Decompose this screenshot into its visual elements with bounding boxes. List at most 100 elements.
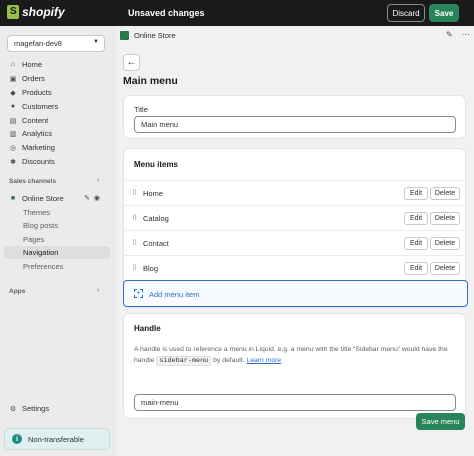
delete-button[interactable]: Delete (430, 237, 460, 250)
chevron-right-icon[interactable]: › (97, 177, 99, 184)
edit-button[interactable]: Edit (404, 237, 428, 250)
unsaved-changes-label: Unsaved changes (128, 8, 205, 18)
chevron-right-icon[interactable]: › (97, 287, 99, 294)
apps-heading: Apps (9, 288, 26, 295)
person-icon: ● (10, 103, 16, 110)
pin-icon[interactable]: ✎ (446, 30, 453, 39)
edit-button[interactable]: Edit (404, 187, 428, 200)
sidebar-subitem-themes[interactable]: Themes (4, 206, 110, 219)
handle-desc-text-end: by default. (213, 357, 245, 364)
menu-item-row-blog[interactable]: ⠿ Blog Edit Delete (124, 255, 467, 280)
breadcrumb: Online Store (120, 31, 176, 40)
sidebar-item-products[interactable]: ◆ Products (4, 86, 110, 99)
orders-icon: ▣ (9, 75, 17, 83)
page-title: Main menu (123, 75, 178, 87)
learn-more-link[interactable]: Learn more (246, 357, 281, 364)
menu-item-row-catalog[interactable]: ⠿ Catalog Edit Delete (124, 205, 467, 230)
sidebar-subitem-navigation[interactable]: Navigation (4, 246, 110, 259)
gear-icon: ⚙ (9, 405, 17, 413)
menu-item-label: Catalog (143, 214, 169, 223)
handle-title: Handle (134, 324, 161, 333)
sidebar-item-content[interactable]: ▤ Content (4, 114, 110, 127)
chevron-down-icon: ▼ (93, 39, 99, 45)
handle-input[interactable] (134, 394, 456, 411)
pin-icon[interactable]: ✎ (84, 194, 90, 202)
add-menu-item-button[interactable]: + Add menu item (123, 280, 468, 307)
menu-items-card: Menu items ⠿ Home Edit Delete ⠿ Catalog … (123, 148, 468, 308)
sidebar-item-label: Home (22, 60, 43, 69)
target-icon: ◎ (9, 144, 17, 152)
sidebar-subitem-pages[interactable]: Pages (4, 233, 110, 246)
delete-button[interactable]: Delete (430, 187, 460, 200)
sidebar-item-label: Content (22, 116, 49, 125)
edit-button[interactable]: Edit (404, 262, 428, 275)
non-transferable-badge[interactable]: i Non-transferable (4, 428, 110, 450)
delete-button[interactable]: Delete (430, 212, 460, 225)
save-button[interactable]: Save (429, 4, 459, 22)
sidebar-item-marketing[interactable]: ◎ Marketing (4, 141, 110, 154)
breadcrumb-label: Online Store (134, 31, 176, 40)
sidebar-item-customers[interactable]: ● Customers (4, 100, 110, 113)
handle-code-sample: sidebar-menu (156, 356, 212, 366)
sidebar-item-label: Customers (22, 102, 59, 111)
sidebar-item-home[interactable]: ⌂ Home (4, 58, 110, 71)
sidebar-subitem-preferences[interactable]: Preferences (4, 260, 110, 273)
sidebar-item-label: Discounts (22, 157, 55, 166)
menu-item-row-home[interactable]: ⠿ Home Edit Delete (124, 180, 467, 205)
header-tools: ✎ ⋯ (446, 30, 470, 39)
more-icon[interactable]: ⋯ (462, 30, 470, 39)
plus-icon: + (134, 289, 143, 298)
discount-icon: ✱ (10, 158, 16, 166)
delete-button[interactable]: Delete (430, 262, 460, 275)
menu-item-row-contact[interactable]: ⠿ Contact Edit Delete (124, 230, 467, 255)
store-icon: ■ (10, 195, 16, 202)
sidebar-item-label: Orders (22, 74, 45, 83)
online-store-actions: ✎ ◉ (84, 194, 100, 202)
top-bar: shopify Unsaved changes Discard Save (0, 0, 474, 26)
chart-icon: ▥ (9, 130, 17, 138)
sidebar-item-label: Online Store (22, 194, 64, 203)
sidebar-item-label: Marketing (22, 143, 55, 152)
store-icon (120, 31, 129, 40)
menu-items-title: Menu items (134, 160, 179, 169)
handle-description: A handle is used to reference a menu in … (134, 344, 459, 367)
sidebar-item-settings[interactable]: ⚙ Settings (4, 402, 110, 415)
menu-item-label: Contact (143, 239, 169, 248)
save-menu-button[interactable]: Save menu (416, 413, 465, 430)
store-selector[interactable]: magefan-dev8 ▼ (7, 35, 105, 52)
back-button[interactable]: ← (123, 54, 140, 71)
sidebar: magefan-dev8 ▼ ⌂ Home ▣ Orders ◆ Product… (0, 26, 116, 456)
menu-item-label: Blog (143, 264, 159, 273)
main-content: Online Store ✎ ⋯ ← Main menu Title Menu … (116, 26, 474, 456)
title-card: Title (123, 95, 466, 139)
sidebar-item-discounts[interactable]: ✱ Discounts (4, 155, 110, 168)
content-icon: ▤ (9, 117, 17, 125)
drag-handle-icon[interactable]: ⠿ (132, 264, 137, 272)
title-label: Title (134, 105, 148, 114)
sidebar-item-label: Products (22, 88, 52, 97)
menu-item-label: Home (143, 189, 164, 198)
shopify-bag-icon (7, 5, 19, 19)
sidebar-item-label: Settings (22, 404, 50, 413)
sidebar-item-label: Analytics (22, 129, 53, 138)
sidebar-item-analytics[interactable]: ▥ Analytics (4, 127, 110, 140)
drag-handle-icon[interactable]: ⠿ (132, 189, 137, 197)
home-icon: ⌂ (10, 61, 16, 68)
edit-button[interactable]: Edit (404, 212, 428, 225)
shopify-logo[interactable]: shopify (7, 5, 65, 19)
sales-channels-heading: Sales channels (9, 178, 56, 185)
drag-handle-icon[interactable]: ⠿ (132, 239, 137, 247)
non-transferable-label: Non-transferable (28, 434, 84, 444)
store-name: magefan-dev8 (14, 39, 62, 48)
tag-icon: ◆ (10, 89, 16, 97)
handle-card: Handle A handle is used to reference a m… (123, 313, 466, 419)
discard-button[interactable]: Discard (387, 4, 425, 22)
logo-text: shopify (22, 5, 65, 19)
info-icon: i (12, 434, 22, 444)
add-menu-item-label: Add menu item (149, 290, 200, 299)
eye-icon[interactable]: ◉ (94, 194, 100, 202)
title-input[interactable] (134, 116, 456, 133)
sidebar-item-orders[interactable]: ▣ Orders (4, 72, 110, 85)
sidebar-subitem-blog-posts[interactable]: Blog posts (4, 219, 110, 232)
drag-handle-icon[interactable]: ⠿ (132, 214, 137, 222)
